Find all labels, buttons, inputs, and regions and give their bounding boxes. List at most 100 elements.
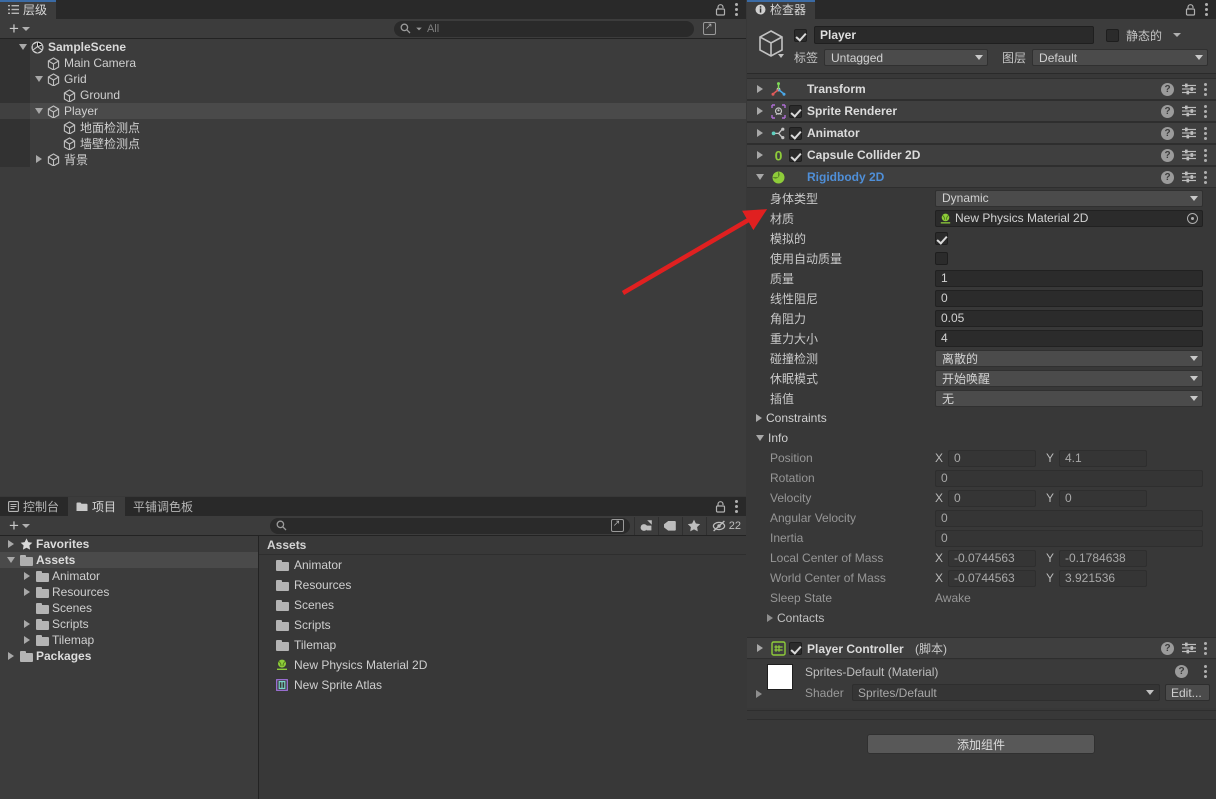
- hierarchy-item-2[interactable]: Grid: [0, 71, 746, 87]
- asset-item-3[interactable]: Scripts: [259, 615, 746, 635]
- help-icon[interactable]: ?: [1161, 104, 1174, 118]
- component-enabled-checkbox[interactable]: [789, 104, 802, 118]
- material-color-swatch[interactable]: [767, 664, 793, 690]
- component-menu-icon[interactable]: [1204, 82, 1207, 96]
- hierarchy-item-1[interactable]: Main Camera: [0, 55, 746, 71]
- asset-item-4[interactable]: Tilemap: [259, 635, 746, 655]
- shader-edit-button[interactable]: Edit...: [1165, 684, 1210, 701]
- chevron-down-icon[interactable]: [32, 76, 46, 82]
- project-search-input[interactable]: [269, 517, 630, 534]
- chevron-right-icon[interactable]: [753, 85, 767, 93]
- static-checkbox[interactable]: [1106, 28, 1119, 42]
- constraints-foldout[interactable]: Constraints: [747, 408, 1216, 428]
- tab-tile-palette[interactable]: 平铺调色板: [125, 497, 202, 516]
- filter-by-label-icon[interactable]: [657, 516, 682, 535]
- search-scope-chevron-icon[interactable]: [416, 27, 422, 30]
- project-tree[interactable]: Favorites Assets Animator Resources Scenes Sc…: [0, 536, 259, 799]
- asset-item-2[interactable]: Scenes: [259, 595, 746, 615]
- asset-item-6[interactable]: New Sprite Atlas: [259, 675, 746, 695]
- create-gameobject-button[interactable]: +: [5, 20, 34, 37]
- filter-by-type-icon[interactable]: [633, 516, 658, 535]
- body-type-dropdown[interactable]: Dynamic: [935, 189, 1203, 207]
- component-enabled-checkbox[interactable]: [789, 148, 802, 162]
- lock-icon[interactable]: [715, 500, 726, 513]
- component-enabled-checkbox[interactable]: [789, 126, 802, 140]
- asset-item-0[interactable]: Animator: [259, 555, 746, 575]
- hierarchy-item-4[interactable]: Player: [0, 103, 746, 119]
- component-header-sprite-renderer[interactable]: Sprite Renderer?: [747, 100, 1216, 122]
- project-tree-item-5[interactable]: Scripts: [0, 616, 258, 632]
- component-menu-icon[interactable]: [1204, 126, 1207, 140]
- chevron-right-icon[interactable]: [753, 107, 767, 115]
- chevron-down-icon[interactable]: [16, 44, 30, 50]
- component-menu-icon[interactable]: [1204, 104, 1207, 118]
- help-icon[interactable]: ?: [1161, 641, 1174, 655]
- chevron-right-icon[interactable]: [32, 155, 46, 163]
- collision-detection-dropdown[interactable]: 离散的: [935, 349, 1203, 367]
- help-icon[interactable]: ?: [1161, 170, 1174, 184]
- gameobject-name-input[interactable]: Player: [814, 26, 1094, 44]
- chevron-right-icon[interactable]: [20, 588, 34, 596]
- inspector-menu-icon[interactable]: [1205, 3, 1208, 16]
- chevron-down-icon[interactable]: [32, 108, 46, 114]
- help-icon[interactable]: ?: [1161, 148, 1174, 162]
- tab-console[interactable]: 控制台: [0, 497, 68, 516]
- search-popout-icon[interactable]: [702, 20, 716, 35]
- hidden-assets-count[interactable]: 22: [705, 516, 741, 535]
- project-tree-item-3[interactable]: Resources: [0, 584, 258, 600]
- component-header-transform[interactable]: Transform?: [747, 78, 1216, 100]
- simulated-checkbox[interactable]: [935, 231, 948, 245]
- preset-icon[interactable]: [1182, 105, 1196, 117]
- preset-icon[interactable]: [1182, 171, 1196, 183]
- chevron-right-icon[interactable]: [4, 652, 18, 660]
- tag-dropdown[interactable]: Untagged: [824, 49, 989, 66]
- tab-project[interactable]: 项目: [68, 497, 126, 516]
- mass-input[interactable]: 1: [935, 269, 1203, 287]
- chevron-right-icon[interactable]: [4, 540, 18, 548]
- contacts-foldout[interactable]: Contacts: [747, 608, 1216, 628]
- hierarchy-item-5[interactable]: 地面检测点: [0, 119, 746, 135]
- component-menu-icon[interactable]: [1204, 170, 1207, 184]
- project-tree-item-1[interactable]: Assets: [0, 552, 258, 568]
- component-header-rigidbody-2d[interactable]: Rigidbody 2D?: [747, 166, 1216, 188]
- shader-dropdown[interactable]: Sprites/Default: [852, 684, 1160, 701]
- project-tree-item-4[interactable]: Scenes: [0, 600, 258, 616]
- chevron-down-icon[interactable]: [4, 557, 18, 563]
- preset-icon[interactable]: [1182, 149, 1196, 161]
- project-menu-icon[interactable]: [735, 500, 738, 513]
- chevron-right-icon[interactable]: [753, 644, 767, 652]
- hierarchy-menu-icon[interactable]: [735, 3, 738, 16]
- chevron-right-icon[interactable]: [20, 636, 34, 644]
- linear-drag-input[interactable]: 0: [935, 289, 1203, 307]
- lock-icon[interactable]: [1185, 3, 1196, 16]
- component-menu-icon[interactable]: [1204, 641, 1207, 655]
- help-icon[interactable]: ?: [1161, 126, 1174, 140]
- material-expand-icon[interactable]: [756, 687, 762, 701]
- angular-drag-input[interactable]: 0.05: [935, 309, 1203, 327]
- project-content[interactable]: Assets Animator Resources Scenes Scripts Til…: [259, 536, 746, 799]
- tab-hierarchy[interactable]: 层级: [0, 0, 57, 19]
- interpolate-dropdown[interactable]: 无: [935, 389, 1203, 407]
- asset-list[interactable]: Animator Resources Scenes Scripts Tilemap New…: [259, 555, 746, 695]
- gameobject-icon[interactable]: [755, 27, 789, 61]
- favorites-star-icon[interactable]: [681, 516, 706, 535]
- project-tree-item-0[interactable]: Favorites: [0, 536, 258, 552]
- chevron-right-icon[interactable]: [20, 620, 34, 628]
- sleeping-mode-dropdown[interactable]: 开始唤醒: [935, 369, 1203, 387]
- chevron-right-icon[interactable]: [20, 572, 34, 580]
- preset-icon[interactable]: [1182, 83, 1196, 95]
- project-tree-item-7[interactable]: Packages: [0, 648, 258, 664]
- chevron-right-icon[interactable]: [753, 151, 767, 159]
- use-auto-mass-checkbox[interactable]: [935, 251, 948, 265]
- preset-icon[interactable]: [1182, 642, 1196, 654]
- hierarchy-item-6[interactable]: 墙壁检测点: [0, 135, 746, 151]
- project-tree-item-2[interactable]: Animator: [0, 568, 258, 584]
- hierarchy-item-0[interactable]: SampleScene: [0, 39, 746, 55]
- hierarchy-search-input[interactable]: All: [393, 20, 694, 37]
- help-icon[interactable]: ?: [1161, 82, 1174, 96]
- hierarchy-tree[interactable]: SampleScene Main Camera Grid Ground Player 地面…: [0, 39, 746, 496]
- layer-dropdown[interactable]: Default: [1032, 49, 1208, 66]
- component-header-player-controller[interactable]: Player Controller (脚本) ?: [747, 637, 1216, 659]
- gravity-scale-input[interactable]: 4: [935, 329, 1203, 347]
- info-foldout[interactable]: Info: [747, 428, 1216, 448]
